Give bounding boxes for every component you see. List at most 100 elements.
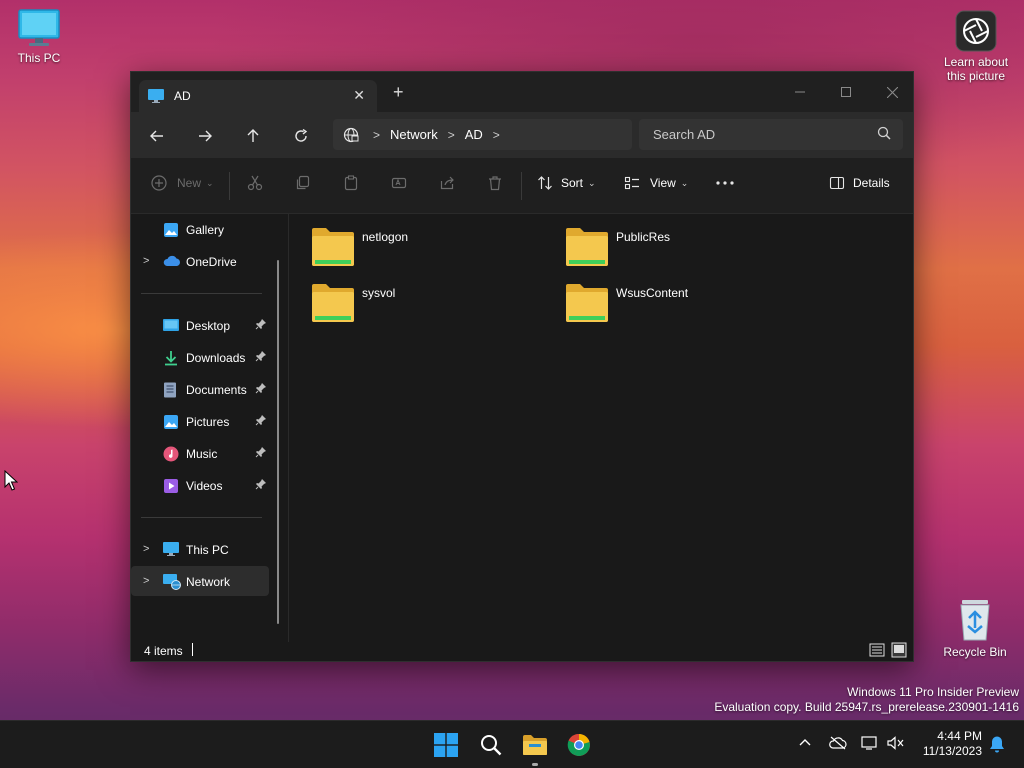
notifications-button[interactable] [989,735,1005,756]
new-tab-plus-icon[interactable]: + [393,83,404,101]
search-box[interactable]: Search AD [639,119,903,150]
folder-name: PublicRes [616,230,671,244]
refresh-icon [295,129,308,142]
sidebar-item-documents[interactable]: Documents [131,374,269,404]
folder-item[interactable]: netlogon [289,214,529,266]
desktop-recycle-bin[interactable]: Recycle Bin [939,598,1011,659]
document-icon [164,382,176,398]
folder-icon [312,284,354,322]
delete-button[interactable] [487,175,503,191]
pictures-icon [164,415,178,429]
watermark-line-1: Windows 11 Pro Insider Preview [847,685,1019,699]
toolbar-divider [229,172,230,200]
chevron-up-icon [799,739,811,746]
mouse-cursor-icon [4,470,18,491]
sidebar-item-videos[interactable]: Videos [131,470,269,500]
file-explorer-folder-icon [523,735,547,755]
new-button[interactable]: New ⌄ [151,175,214,191]
tab-ad[interactable]: AD ✕ [139,80,377,112]
sidebar-music-label: Music [186,447,218,461]
rename-icon [391,177,407,189]
watermark-line-2: Evaluation copy. Build 25947.rs_prerelea… [714,700,1019,714]
show-hidden-icons-chevron-up-icon[interactable] [799,736,811,750]
active-app-indicator [532,763,538,766]
address-separator-icon[interactable]: > [493,128,500,142]
pin-icon[interactable] [255,414,267,426]
view-button[interactable]: View ⌄ [624,175,688,191]
breadcrumb-network[interactable]: Network [390,127,438,142]
details-view-icon[interactable] [869,643,885,657]
up-button[interactable] [241,124,265,148]
sidebar-scrollbar[interactable] [277,260,279,624]
maximize-button[interactable] [823,78,869,106]
sidebar-item-music[interactable]: Music [131,438,269,468]
pin-icon[interactable] [255,318,267,330]
video-play-icon [164,479,178,493]
refresh-button[interactable] [289,124,313,148]
share-button[interactable] [439,175,455,191]
start-button[interactable] [432,731,460,759]
network-tray-icon[interactable] [861,736,879,753]
search-icon [877,126,891,140]
taskbar: 4:44 PM 11/13/2023 [0,720,1024,768]
sidebar-item-network[interactable]: > Network [131,566,269,596]
tiles-view-icon[interactable] [891,642,907,658]
navigation-bar: > Network > AD > Search AD [131,112,913,158]
details-pane-button[interactable]: Details [829,175,890,191]
back-button[interactable] [145,124,169,148]
title-bar: AD ✕ + [131,72,913,112]
minimize-icon [795,91,805,93]
chrome-taskbar-button[interactable] [565,731,593,759]
forward-button[interactable] [193,124,217,148]
chevron-right-icon[interactable]: > [143,543,149,555]
folder-icon [312,228,354,266]
minimize-button[interactable] [777,78,823,106]
onedrive-tray-icon[interactable] [829,736,847,753]
sidebar-item-onedrive[interactable]: > OneDrive [131,246,269,276]
system-clock[interactable]: 4:44 PM 11/13/2023 [912,729,982,759]
chevron-right-icon[interactable]: > [143,255,149,267]
pin-icon[interactable] [255,446,267,458]
paste-button[interactable] [343,175,359,191]
pin-icon[interactable] [255,350,267,362]
toolbar-divider [521,172,522,200]
status-divider [192,643,193,656]
recycle-bin-label: Recycle Bin [943,645,1007,659]
trash-icon [489,176,501,191]
address-separator-icon: > [373,127,381,142]
new-label: New [177,176,202,190]
desktop-learn-about-picture[interactable]: Learn about this picture [938,10,1014,83]
sidebar-item-this-pc[interactable]: > This PC [131,534,269,564]
sidebar-item-pictures[interactable]: Pictures [131,406,269,436]
tab-close-icon[interactable]: ✕ [353,87,365,104]
pin-icon[interactable] [255,382,267,394]
search-taskbar-button[interactable] [477,731,505,759]
pin-icon[interactable] [255,478,267,490]
sidebar-item-gallery[interactable]: Gallery [131,214,269,244]
sidebar-item-desktop[interactable]: Desktop [131,310,269,340]
cut-button[interactable] [247,175,263,191]
folder-item[interactable]: WsusContent [543,270,783,322]
sidebar-onedrive-label: OneDrive [186,255,237,269]
sidebar-thispc-label: This PC [186,543,229,557]
gallery-icon [164,223,178,237]
sidebar-item-downloads[interactable]: Downloads [131,342,269,372]
close-window-button[interactable] [869,78,915,106]
copy-button[interactable] [295,175,311,191]
breadcrumb-ad[interactable]: AD [465,127,483,142]
file-explorer-taskbar-button[interactable] [521,731,549,759]
volume-tray-icon[interactable] [887,736,905,753]
more-options-button[interactable] [715,175,735,191]
folder-item[interactable]: sysvol [289,270,529,322]
folder-item[interactable]: PublicRes [543,214,783,266]
chevron-right-icon[interactable]: > [143,575,149,587]
windows-logo-icon [434,733,458,757]
sort-button[interactable]: Sort ⌄ [537,175,596,191]
share-icon [440,176,454,190]
navigation-pane: Gallery > OneDrive Desktop Downloads Doc… [131,214,281,634]
sidebar-divider [141,293,262,294]
folder-name: netlogon [362,230,409,244]
rename-button[interactable] [391,175,407,191]
desktop-this-pc[interactable]: This PC [3,8,75,65]
address-bar[interactable]: > Network > AD > [333,119,632,150]
